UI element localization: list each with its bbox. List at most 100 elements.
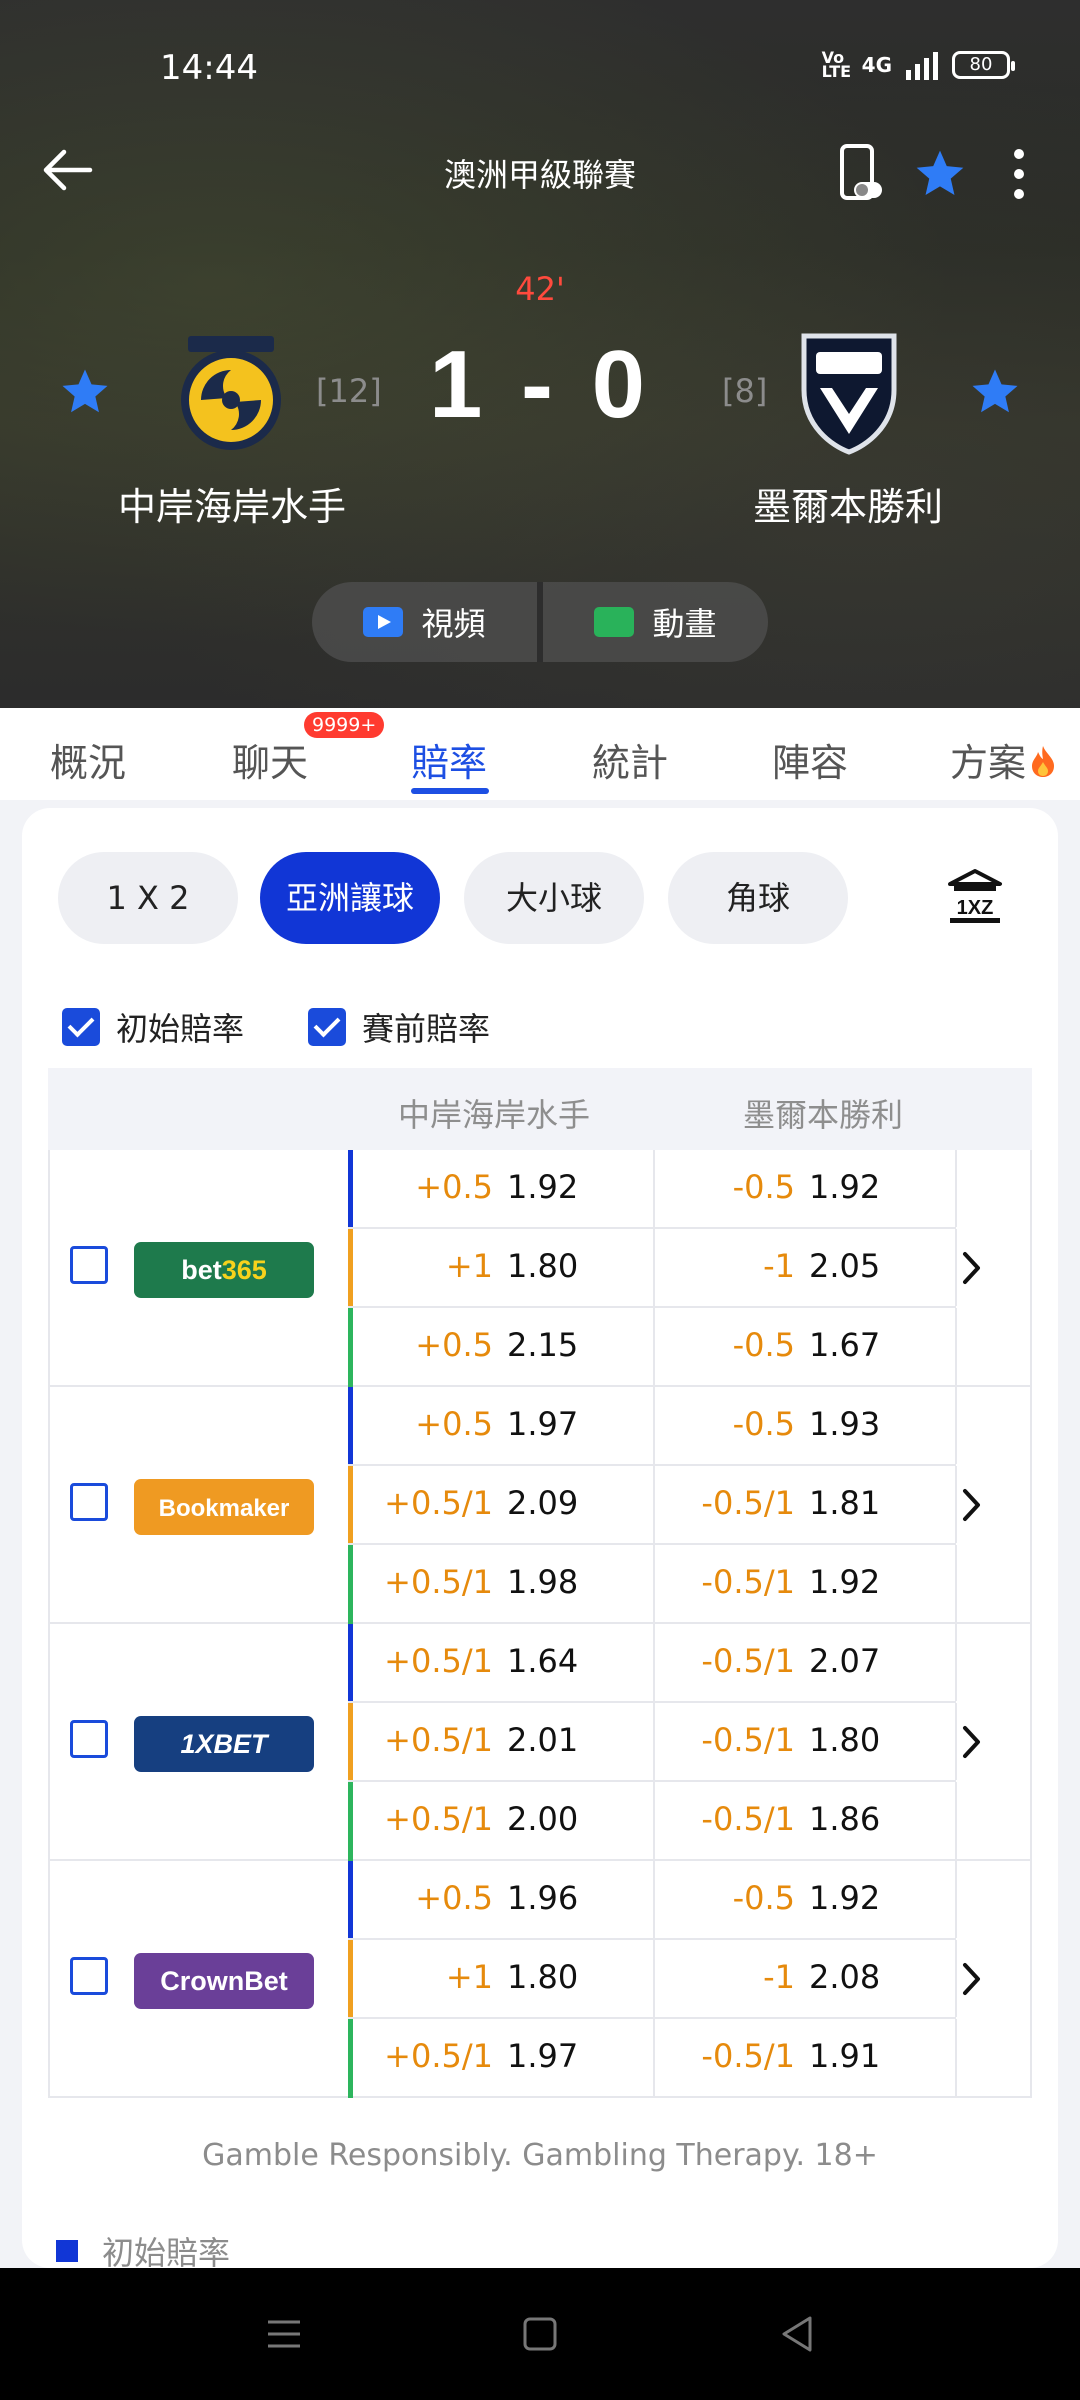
header-home-team: 中岸海岸水手 [398, 1096, 591, 1134]
tab-chat[interactable]: 聊天 [232, 732, 308, 787]
prematch-odds-checkbox[interactable]: 賽前賠率 [308, 1004, 490, 1050]
home-odds-cell: +1 1.80 [353, 1229, 655, 1306]
tab-odds[interactable]: 賠率 [411, 732, 487, 787]
animation-icon [594, 607, 635, 637]
back-icon[interactable] [776, 2312, 820, 2356]
odds-format-icon[interactable]: 1XZ [946, 868, 1004, 926]
initial-odds-label: 初始賠率 [116, 1010, 245, 1048]
tab-stats[interactable]: 統計 [592, 732, 668, 787]
handicap-value: +0.5/1 [384, 1800, 493, 1838]
handicap-value: +0.5 [415, 1405, 493, 1443]
odds-value: 1.67 [809, 1326, 881, 1364]
home-odds-cell: +0.5/1 1.98 [353, 1545, 655, 1624]
odds-row: +0.5 1.97 -0.5 1.93 [348, 1387, 957, 1466]
tab-plans[interactable]: 方案 [950, 732, 1056, 787]
odds-value: 2.05 [809, 1247, 881, 1285]
odds-card: 1 X 2 亞洲讓球 大小球 角球 1XZ 初始賠率 賽前賠率 中岸海岸水手 墨… [22, 808, 1058, 2272]
bookmaker-row[interactable]: Bookmaker +0.5 1.97 -0.5 1.93 +0.5/1 2.09 -0.5/… [48, 1387, 1032, 1624]
bookmaker-checkbox[interactable] [70, 1720, 108, 1758]
home-team-logo-icon[interactable] [178, 330, 284, 450]
away-odds-cell: -0.5/1 1.81 [655, 1466, 957, 1543]
battery-icon: 80 [952, 51, 1015, 79]
odds-row: +0.5/1 2.01 -0.5/1 1.80 [348, 1703, 957, 1782]
away-favorite-star-icon[interactable] [968, 365, 1022, 419]
initial-odds-checkbox[interactable]: 初始賠率 [62, 1004, 244, 1050]
handicap-value: +0.5/1 [384, 1642, 493, 1680]
prematch-odds-label: 賽前賠率 [362, 1010, 491, 1048]
bookmaker-row[interactable]: bet365bet365 +0.5 1.92 -0.5 1.92 +1 1.80 -1 2.05… [48, 1150, 1032, 1387]
menu-icon[interactable] [262, 2312, 306, 2356]
market-1x2-button[interactable]: 1 X 2 [58, 852, 238, 944]
away-team-logo-icon[interactable] [796, 330, 902, 456]
handicap-value: +0.5/1 [384, 2037, 493, 2075]
tab-lineup[interactable]: 陣容 [772, 732, 848, 787]
phone-mode-icon[interactable] [838, 144, 888, 204]
home-odds-cell: +0.5 1.92 [353, 1150, 655, 1227]
bookmaker-row[interactable]: CrownBet +0.5 1.96 -0.5 1.92 +1 1.80 -1 2.08 +0.5… [48, 1861, 1032, 2098]
home-odds-cell: +0.5/1 1.64 [353, 1624, 655, 1701]
market-over-under-button[interactable]: 大小球 [464, 852, 644, 944]
odds-row: +0.5/1 1.97 -0.5/1 1.91 [348, 2019, 957, 2098]
odds-value: 1.80 [507, 1958, 579, 1996]
handicap-value: +0.5/1 [384, 1563, 493, 1601]
home-odds-cell: +0.5 1.97 [353, 1387, 655, 1464]
bookmaker-logo: CrownBet [134, 1953, 314, 2009]
match-minute: 42' [515, 270, 565, 308]
handicap-value: +1 [445, 1247, 493, 1285]
chevron-right-icon[interactable] [960, 1959, 984, 1999]
odds-value: 1.81 [809, 1484, 881, 1522]
chat-badge: 9999+ [304, 712, 385, 738]
match-odds-screen: 14:44 Vo LTE 4G 80 澳洲甲級聯賽 42' 1 - 0 [12]… [0, 0, 1080, 2400]
away-odds-cell: -0.5/1 1.80 [655, 1703, 957, 1780]
odds-row: +0.5/1 2.09 -0.5/1 1.81 [348, 1466, 957, 1545]
odds-value: 2.07 [809, 1642, 881, 1680]
favorite-star-icon[interactable] [912, 146, 968, 202]
video-button[interactable]: 視頻 [312, 582, 537, 662]
handicap-value: -0.5 [732, 1168, 795, 1206]
odds-value: 1.92 [809, 1563, 881, 1601]
bookmaker-name: 1XBET [180, 1729, 268, 1759]
legend-initial-swatch [56, 2240, 78, 2262]
tab-bar: 概況 聊天 9999+ 賠率 統計 陣容 方案 [0, 708, 1080, 800]
animation-label: 動畫 [652, 605, 717, 643]
odds-value: 1.86 [809, 1800, 881, 1838]
handicap-value: +0.5/1 [384, 1484, 493, 1522]
checkbox-checked-icon [62, 1008, 100, 1046]
odds-type-filters: 初始賠率 賽前賠率 [62, 1004, 490, 1050]
chevron-right-icon[interactable] [960, 1248, 984, 1288]
status-icons: Vo LTE 4G 80 [822, 50, 1015, 80]
bookmaker-logo: bet365bet365 [134, 1242, 314, 1298]
market-asian-handicap-button[interactable]: 亞洲讓球 [260, 852, 440, 944]
bookmaker-checkbox[interactable] [70, 1246, 108, 1284]
checkbox-checked-icon [308, 1008, 347, 1046]
away-odds-cell: -0.5 1.93 [655, 1387, 957, 1464]
handicap-value: -0.5/1 [701, 1563, 795, 1601]
odds-value: 1.80 [809, 1721, 881, 1759]
bookmaker-row[interactable]: 1XBET +0.5/1 1.64 -0.5/1 2.07 +0.5/1 2.01 -0.5/… [48, 1624, 1032, 1861]
away-odds-cell: -1 2.08 [655, 1940, 957, 2017]
away-odds-cell: -0.5 1.92 [655, 1861, 957, 1938]
home-favorite-star-icon[interactable] [58, 365, 112, 419]
bookmaker-name: Bookmaker [158, 1495, 290, 1522]
odds-value: 1.92 [809, 1168, 881, 1206]
away-team-name[interactable]: 墨爾本勝利 [698, 476, 998, 531]
animation-button[interactable]: 動畫 [543, 582, 768, 662]
bookmaker-logo: 1XBET [134, 1716, 314, 1772]
chevron-right-icon[interactable] [960, 1722, 984, 1762]
fire-icon [1032, 746, 1055, 777]
odds-row: +0.5 1.96 -0.5 1.92 [348, 1861, 957, 1940]
odds-value: 1.98 [507, 1563, 579, 1601]
chevron-right-icon[interactable] [960, 1485, 984, 1525]
more-options-icon[interactable] [1004, 148, 1034, 200]
odds-value: 1.97 [507, 1405, 579, 1443]
home-odds-cell: +0.5 1.96 [353, 1861, 655, 1938]
bookmaker-checkbox[interactable] [70, 1483, 108, 1521]
tab-overview[interactable]: 概況 [50, 732, 126, 787]
handicap-value: -0.5 [732, 1879, 795, 1917]
handicap-value: -1 [763, 1247, 795, 1285]
odds-value: 1.96 [507, 1879, 579, 1917]
home-icon[interactable] [518, 2312, 562, 2356]
home-team-name[interactable]: 中岸海岸水手 [82, 476, 382, 531]
market-corners-button[interactable]: 角球 [668, 852, 848, 944]
bookmaker-checkbox[interactable] [70, 1957, 108, 1995]
